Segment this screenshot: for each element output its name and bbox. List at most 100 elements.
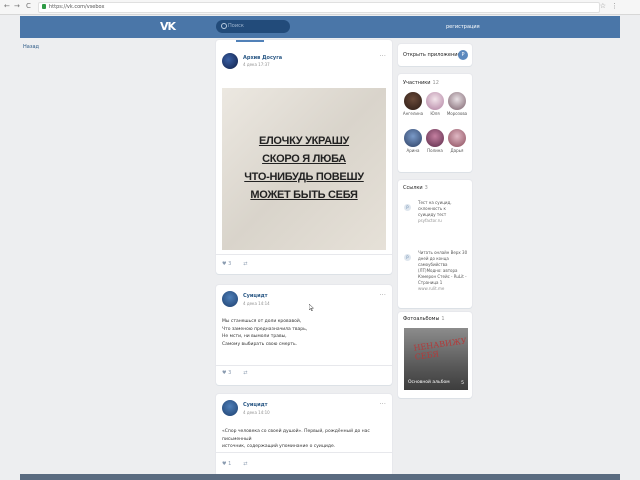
address-bar[interactable]: https://vk.com/vsebox	[38, 2, 600, 13]
post-author[interactable]: Суицидт	[243, 402, 268, 409]
link-source: psyfactor.ru	[418, 218, 442, 223]
like-button[interactable]: ♥ 3	[222, 261, 237, 267]
author-avatar[interactable]	[222, 400, 238, 416]
search-icon	[221, 23, 227, 29]
photo-albums-box: Фотоальбомы 1 НЕНАВИЖУ СЕБЯ Основной альб…	[398, 312, 472, 398]
like-count: 3	[228, 261, 232, 267]
share-icon[interactable]: ⇄	[243, 461, 247, 467]
member-item[interactable]: Дарья	[446, 129, 468, 154]
post-card: Суицидт 4 дека 14:14 ··· Мы станешься от…	[216, 285, 392, 385]
share-icon[interactable]: ⇄	[243, 370, 247, 376]
like-button[interactable]: ♥ 3	[222, 370, 237, 376]
register-link[interactable]: регистрация	[446, 21, 480, 33]
divider	[216, 254, 392, 255]
member-name: Полина	[427, 148, 443, 153]
like-button[interactable]: ♥ 1	[222, 461, 237, 467]
post-tab-indicator	[236, 40, 264, 42]
screen: ← → C https://vk.com/vsebox ☆ ⋮ VK Поиск…	[0, 0, 640, 480]
post-actions: ♥ 1 ⇄	[222, 461, 253, 468]
author-avatar[interactable]	[222, 291, 238, 307]
photo-albums-count: 1	[441, 316, 445, 322]
like-count: 3	[228, 370, 232, 376]
post-image[interactable]: ЕЛОЧКУ УКРАШУ СКОРО Я ЛЮБА ЧТО-НИБУДЬ ПО…	[222, 88, 386, 250]
members-count: 12	[432, 80, 439, 86]
like-count: 1	[228, 461, 232, 467]
links-title[interactable]: Ссылки 3	[403, 185, 428, 192]
author-avatar[interactable]	[222, 53, 238, 69]
browser-menu-icon[interactable]: ⋮	[611, 2, 618, 11]
post-menu-icon[interactable]: ···	[379, 53, 386, 60]
open-app-label[interactable]: Открыть приложение	[403, 50, 461, 60]
post-menu-icon[interactable]: ···	[379, 401, 386, 408]
member-avatar	[426, 129, 444, 147]
links-box: Ссылки 3 P Тест на суицид, склонность к с…	[398, 180, 472, 308]
forward-icon[interactable]: →	[14, 2, 20, 11]
member-name: Морозова	[446, 111, 468, 116]
member-avatar	[404, 129, 422, 147]
os-taskbar	[20, 474, 620, 480]
members-box: Участники 12 Ангелина Юля Морозова Арина …	[398, 74, 472, 172]
members-title[interactable]: Участники 12	[403, 80, 439, 87]
divider	[216, 365, 392, 366]
post-text-line: Что заменою предназначила тварь,	[222, 326, 308, 332]
post-actions: ♥ 3 ⇄	[222, 370, 253, 377]
app-icon[interactable]: P	[458, 50, 468, 60]
post-card: Архив Досуга 4 дека 17:37 ··· ЕЛОЧКУ УКР…	[216, 40, 392, 274]
bookmark-star-icon[interactable]: ☆	[600, 2, 606, 11]
member-name: Ангелина	[402, 111, 424, 116]
divider	[216, 452, 392, 453]
link-icon: P	[404, 204, 411, 211]
album-thumbnail[interactable]: НЕНАВИЖУ СЕБЯ Основной альбом 5	[404, 328, 468, 390]
post-author[interactable]: Суицидт	[243, 293, 268, 300]
member-item[interactable]: Арина	[402, 129, 424, 154]
member-item[interactable]: Ангелина	[402, 92, 424, 117]
post-text-line: Не мсти, ни вымоли травы,	[222, 334, 287, 339]
member-item[interactable]: Морозова	[446, 92, 468, 117]
album-caption: Основной альбом	[408, 380, 450, 385]
reload-icon[interactable]: C	[26, 2, 31, 11]
post-text: «Спор человека со своей душой». Первый, …	[222, 428, 388, 451]
post-card: Суицидт 4 дека 14:10 ··· «Спор человека …	[216, 394, 392, 476]
member-item[interactable]: Юля	[424, 92, 446, 117]
browser-toolbar: ← → C https://vk.com/vsebox ☆ ⋮	[0, 0, 640, 15]
open-app-box[interactable]: Открыть приложение P	[398, 44, 472, 66]
image-text-line: МОЖЕТ БЫТЬ СЕБЯ	[250, 189, 358, 201]
link-icon: P	[404, 254, 411, 261]
post-date[interactable]: 4 дека 17:37	[243, 62, 270, 68]
link-item[interactable]: Читать онлайн Верх 30 дней до конца само…	[418, 250, 467, 292]
member-name: Арина	[406, 148, 420, 153]
post-text: Мы станешься от доли кровавой, Что замен…	[222, 318, 307, 348]
album-count: 5	[461, 381, 464, 386]
member-avatar	[426, 92, 444, 110]
member-name: Дарья	[450, 148, 464, 153]
image-text-line: СКОРО Я ЛЮБА	[262, 153, 346, 165]
links-count: 3	[424, 185, 428, 191]
post-date[interactable]: 4 дека 14:10	[243, 410, 270, 416]
post-actions: ♥ 3 ⇄	[222, 261, 253, 268]
member-name: Юля	[430, 111, 440, 116]
site-header: VK Поиск регистрация	[20, 16, 620, 38]
post-text-line: Самому выбирать свою смерть.	[222, 341, 298, 347]
member-avatar	[404, 92, 422, 110]
post-date[interactable]: 4 дека 14:14	[243, 301, 270, 307]
post-text-line: Мы станешься от доли кровавой,	[222, 319, 302, 324]
mouse-cursor-icon	[309, 304, 314, 311]
image-text-line: ЕЛОЧКУ УКРАШУ	[258, 135, 350, 147]
share-icon[interactable]: ⇄	[243, 261, 247, 267]
member-avatar	[448, 92, 466, 110]
url-text: https://vk.com/vsebox	[49, 4, 105, 10]
link-item[interactable]: Тест на суицид, склонность к суициду тес…	[418, 200, 452, 224]
image-text-line: ЧТО-НИБУДЬ ПОВЕШУ	[244, 171, 364, 183]
member-item[interactable]: Полина	[424, 129, 446, 154]
album-scrawl: НЕНАВИЖУ СЕБЯ	[413, 336, 468, 362]
vk-logo[interactable]: VK	[160, 20, 176, 34]
post-text-line: источник, содержащий упоминание о суицид…	[222, 444, 336, 449]
post-author[interactable]: Архив Досуга	[243, 55, 282, 62]
search-input[interactable]: Поиск	[216, 20, 290, 33]
lock-icon	[42, 4, 46, 9]
photo-albums-title[interactable]: Фотоальбомы 1	[403, 316, 445, 323]
left-nav-back-link[interactable]: Назад	[23, 44, 39, 50]
post-menu-icon[interactable]: ···	[379, 292, 386, 299]
back-icon[interactable]: ←	[4, 2, 10, 11]
post-text-line: «Спор человека со своей душой». Первый, …	[222, 429, 370, 442]
